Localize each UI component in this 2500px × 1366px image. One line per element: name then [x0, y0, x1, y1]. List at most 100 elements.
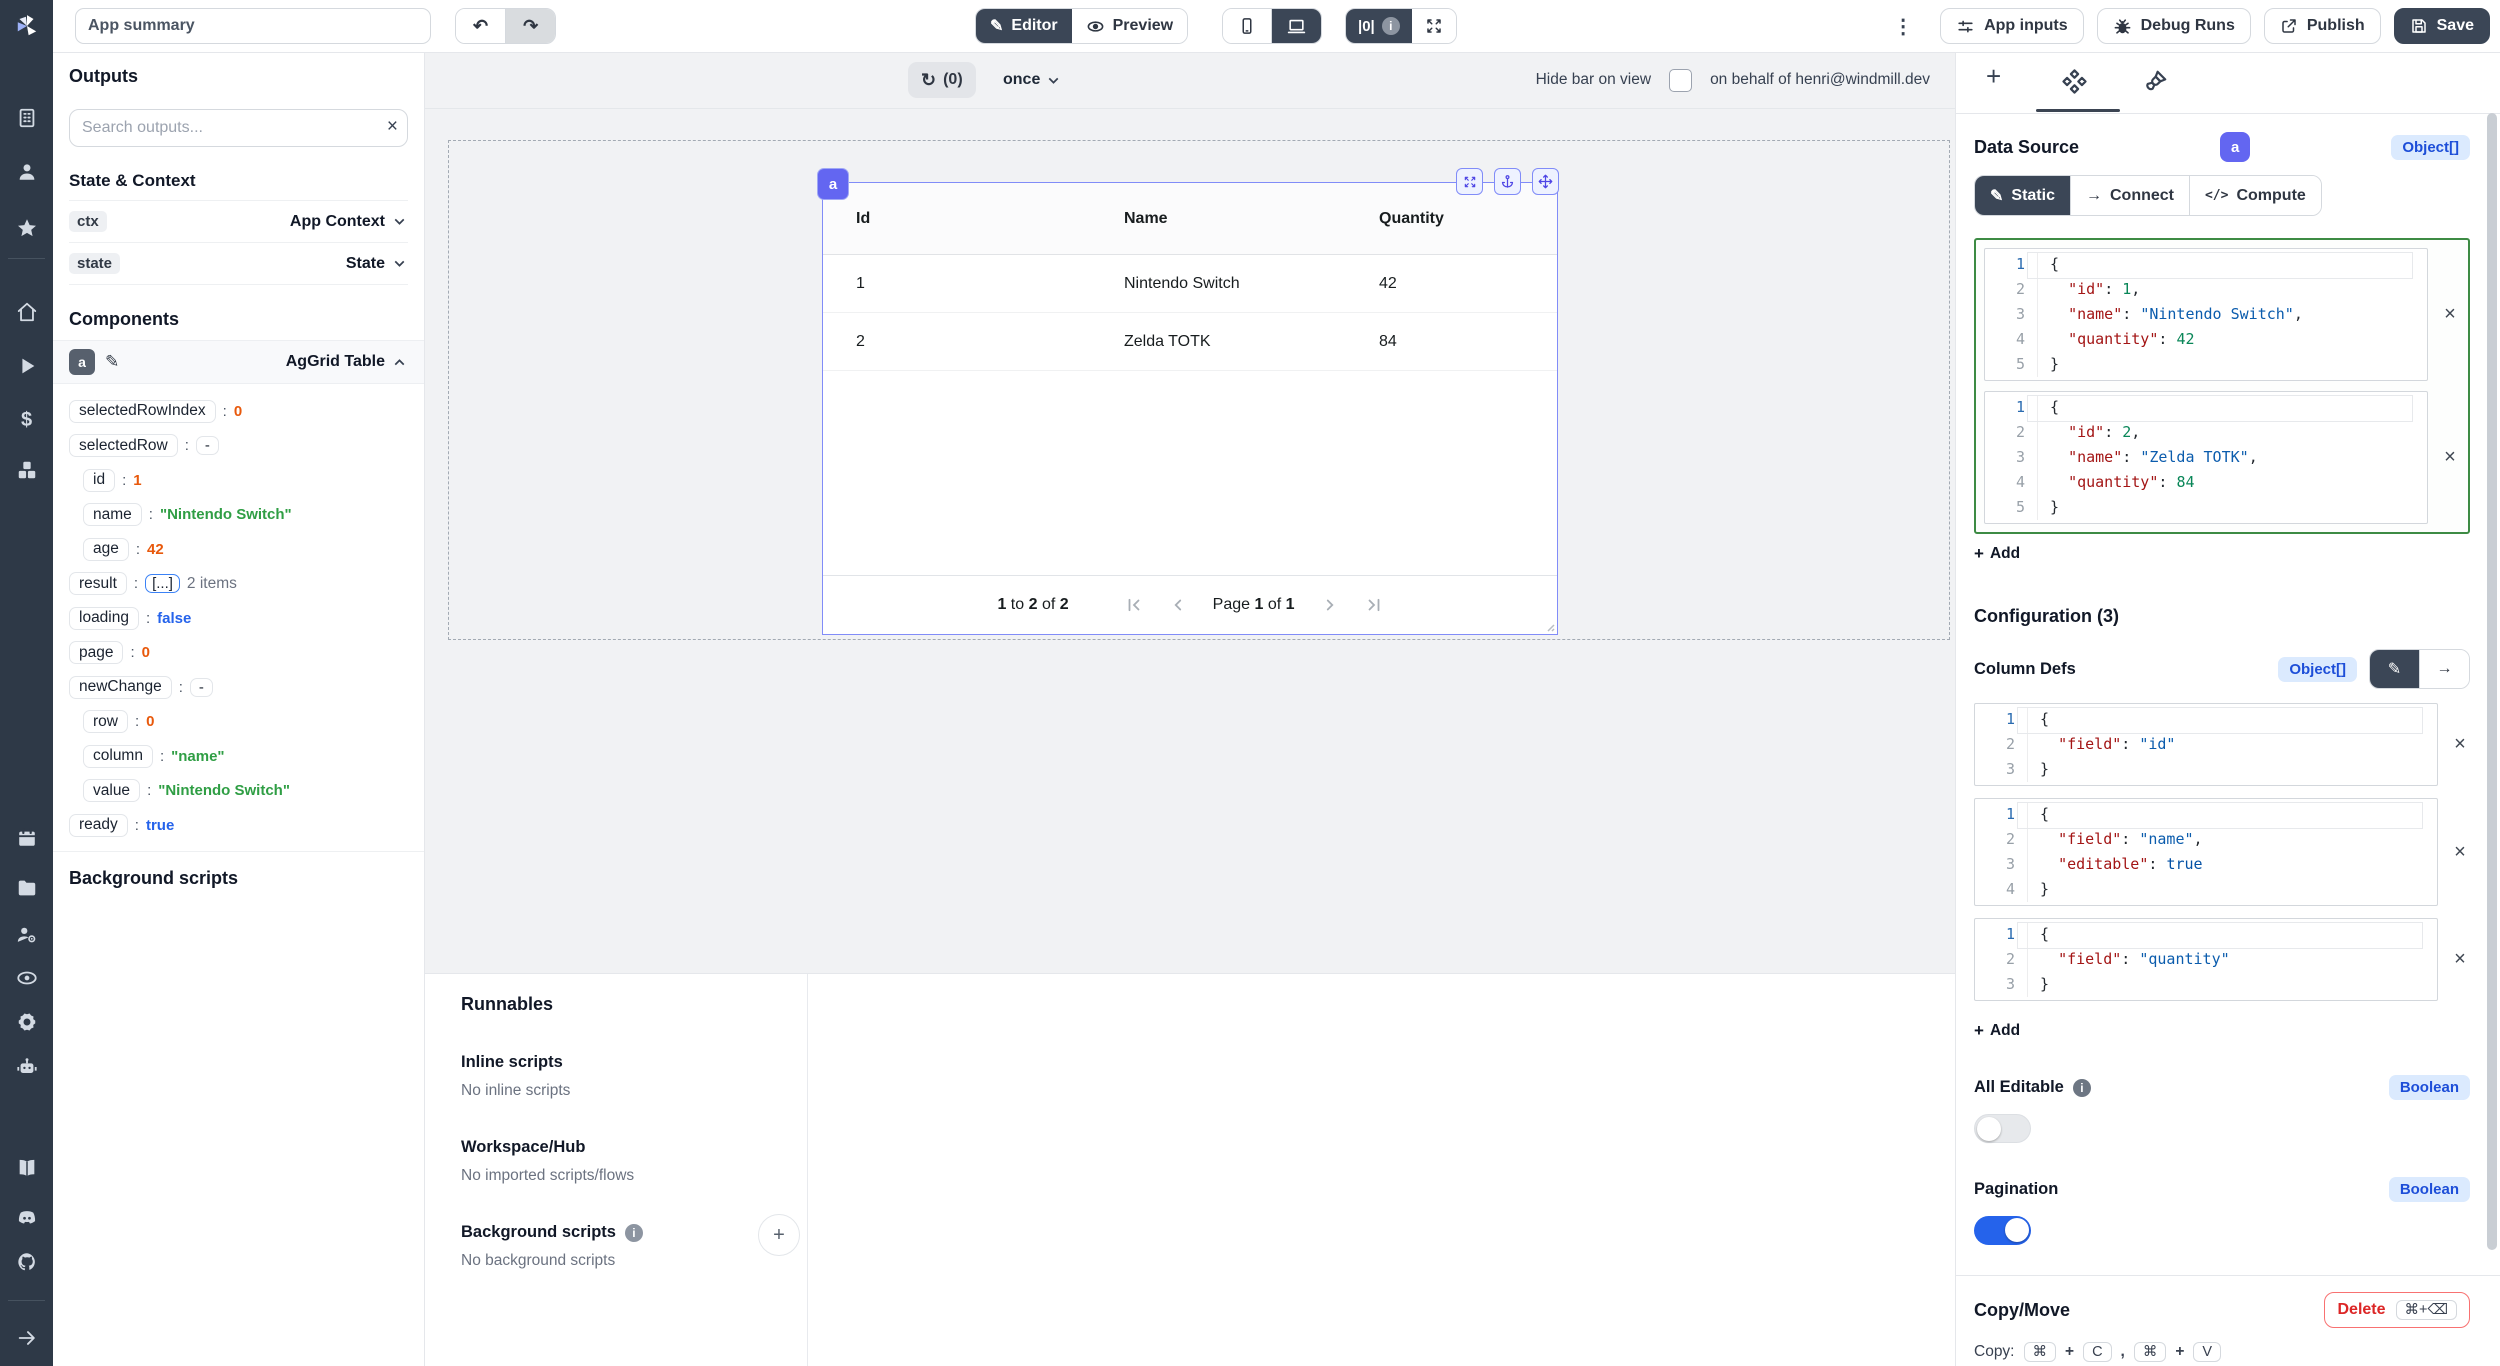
json-editor[interactable]: 123{ "field": "id"}	[1974, 703, 2438, 786]
connect-mode-button[interactable]: →	[2419, 650, 2469, 688]
outputs-counter-button[interactable]: |0|i	[1346, 9, 1412, 43]
output-value[interactable]: -	[190, 678, 213, 697]
table-cell[interactable]: 2	[823, 333, 1091, 351]
move-component-button[interactable]	[1532, 168, 1559, 195]
app-canvas[interactable]: ↻(0) once Hide bar on view on behalf of …	[425, 52, 1955, 973]
collapse-arrow-icon[interactable]	[0, 1327, 53, 1349]
remove-item-icon[interactable]: ×	[2450, 841, 2470, 864]
next-page-icon[interactable]	[1321, 596, 1339, 614]
github-icon[interactable]	[0, 1251, 53, 1273]
fullscreen-button[interactable]	[1412, 9, 1456, 43]
expand-component-button[interactable]	[1456, 168, 1483, 195]
anchor-component-button[interactable]	[1494, 168, 1521, 195]
output-value[interactable]: -	[196, 436, 219, 455]
connect-tab[interactable]: →Connect	[2070, 176, 2189, 215]
ai-robot-icon[interactable]	[0, 1056, 53, 1078]
audit-eye-icon[interactable]	[0, 967, 53, 989]
output-key[interactable]: loading	[69, 607, 139, 630]
edit-mode-button[interactable]: ✎	[2370, 650, 2419, 688]
schedules-calendar-icon[interactable]	[0, 827, 53, 849]
app-summary-input[interactable]	[75, 8, 431, 44]
app-inputs-button[interactable]: App inputs	[1940, 8, 2084, 44]
editor-tab[interactable]: ✎Editor	[976, 9, 1072, 43]
output-key[interactable]: result	[69, 572, 127, 595]
insert-tab-plus-icon[interactable]: +	[1986, 63, 2001, 89]
output-key[interactable]: age	[83, 538, 129, 561]
table-row[interactable]: 1Nintendo Switch42	[823, 255, 1557, 313]
groups-users-gear-icon[interactable]	[0, 924, 53, 946]
edit-id-pencil-icon[interactable]: ✎	[105, 352, 119, 372]
theme-tab-brush-icon[interactable]	[2143, 68, 2169, 94]
component-id-badge[interactable]: a	[69, 349, 95, 375]
last-page-icon[interactable]	[1365, 596, 1383, 614]
discord-icon[interactable]	[0, 1207, 53, 1229]
all-editable-toggle[interactable]	[1974, 1114, 2031, 1143]
chevron-down-icon[interactable]	[391, 255, 408, 272]
remove-item-icon[interactable]: ×	[2450, 733, 2470, 756]
state-key[interactable]: state	[69, 253, 120, 274]
prev-page-icon[interactable]	[1169, 596, 1187, 614]
pagination-toggle[interactable]	[1974, 1216, 2031, 1245]
add-background-script-button[interactable]: +	[758, 1214, 800, 1256]
json-editor[interactable]: 1234{ "field": "name", "editable": true}	[1974, 798, 2438, 906]
mobile-view-button[interactable]	[1223, 9, 1271, 43]
state-row[interactable]: state State	[69, 243, 408, 285]
runs-play-icon[interactable]	[0, 355, 53, 377]
output-key[interactable]: value	[83, 779, 140, 802]
remove-item-icon[interactable]: ×	[2440, 303, 2460, 326]
save-button[interactable]: Save	[2394, 8, 2490, 44]
ctx-row[interactable]: ctx App Context	[69, 200, 408, 243]
remove-item-icon[interactable]: ×	[2440, 446, 2460, 469]
json-editor[interactable]: 12345{ "id": 2, "name": "Zelda TOTK", "q…	[1984, 391, 2428, 524]
resources-blocks-icon[interactable]	[0, 459, 53, 481]
panel-scrollbar[interactable]	[2487, 113, 2497, 1250]
user-icon[interactable]	[0, 161, 53, 183]
chevron-up-icon[interactable]	[391, 354, 408, 371]
undo-button[interactable]: ↶	[456, 9, 505, 43]
output-key[interactable]: selectedRowIndex	[69, 400, 216, 423]
aggrid-table-component[interactable]: a IdNameQuantity 1Nintendo Switch422Zeld…	[822, 182, 1558, 635]
component-header-row[interactable]: a ✎ AgGrid Table	[53, 340, 424, 384]
table-cell[interactable]: 84	[1346, 333, 1557, 351]
home-icon[interactable]	[0, 301, 53, 323]
resize-handle[interactable]	[1543, 620, 1555, 632]
desktop-view-button[interactable]	[1271, 9, 1321, 43]
chevron-down-icon[interactable]	[391, 213, 408, 230]
output-key[interactable]: newChange	[69, 676, 172, 699]
folders-icon[interactable]	[0, 877, 53, 899]
table-row[interactable]: 2Zelda TOTK84	[823, 313, 1557, 371]
settings-gear-icon[interactable]	[0, 1011, 53, 1033]
table-cell[interactable]: 1	[823, 275, 1091, 293]
output-key[interactable]: ready	[69, 814, 128, 837]
favorites-star-icon[interactable]	[0, 217, 53, 239]
redo-button[interactable]: ↷	[505, 9, 555, 43]
column-header[interactable]: Id	[823, 210, 1091, 228]
column-header[interactable]: Quantity	[1346, 210, 1557, 228]
add-column-def-button[interactable]: +Add	[1974, 1021, 2020, 1041]
variables-dollar-icon[interactable]: $	[0, 409, 53, 431]
first-page-icon[interactable]	[1125, 596, 1143, 614]
delete-component-button[interactable]: Delete ⌘+⌫	[2324, 1292, 2470, 1328]
table-cell[interactable]: Zelda TOTK	[1091, 333, 1346, 351]
output-key[interactable]: row	[83, 710, 128, 733]
workspace-icon[interactable]	[0, 107, 53, 129]
output-key[interactable]: id	[83, 469, 115, 492]
output-key[interactable]: selectedRow	[69, 434, 178, 457]
add-data-source-item-button[interactable]: +Add	[1974, 544, 2020, 564]
output-key[interactable]: name	[83, 503, 142, 526]
refresh-mode-dropdown[interactable]: once	[1003, 62, 1062, 98]
json-editor[interactable]: 123{ "field": "quantity"}	[1974, 918, 2438, 1001]
more-menu-icon[interactable]: ⋮	[1893, 14, 1913, 39]
output-key[interactable]: page	[69, 641, 123, 664]
settings-tab-components-icon[interactable]	[2061, 68, 2088, 95]
search-outputs-input[interactable]	[69, 109, 408, 147]
windmill-logo-icon[interactable]	[0, 13, 53, 39]
publish-button[interactable]: Publish	[2264, 8, 2381, 44]
hide-bar-checkbox[interactable]	[1669, 69, 1692, 92]
static-tab[interactable]: ✎Static	[1975, 176, 2070, 215]
json-editor[interactable]: 12345{ "id": 1, "name": "Nintendo Switch…	[1984, 248, 2428, 381]
preview-tab[interactable]: Preview	[1072, 9, 1187, 43]
output-key[interactable]: column	[83, 745, 153, 768]
remove-item-icon[interactable]: ×	[2450, 948, 2470, 971]
output-value[interactable]: [...]	[145, 574, 180, 593]
